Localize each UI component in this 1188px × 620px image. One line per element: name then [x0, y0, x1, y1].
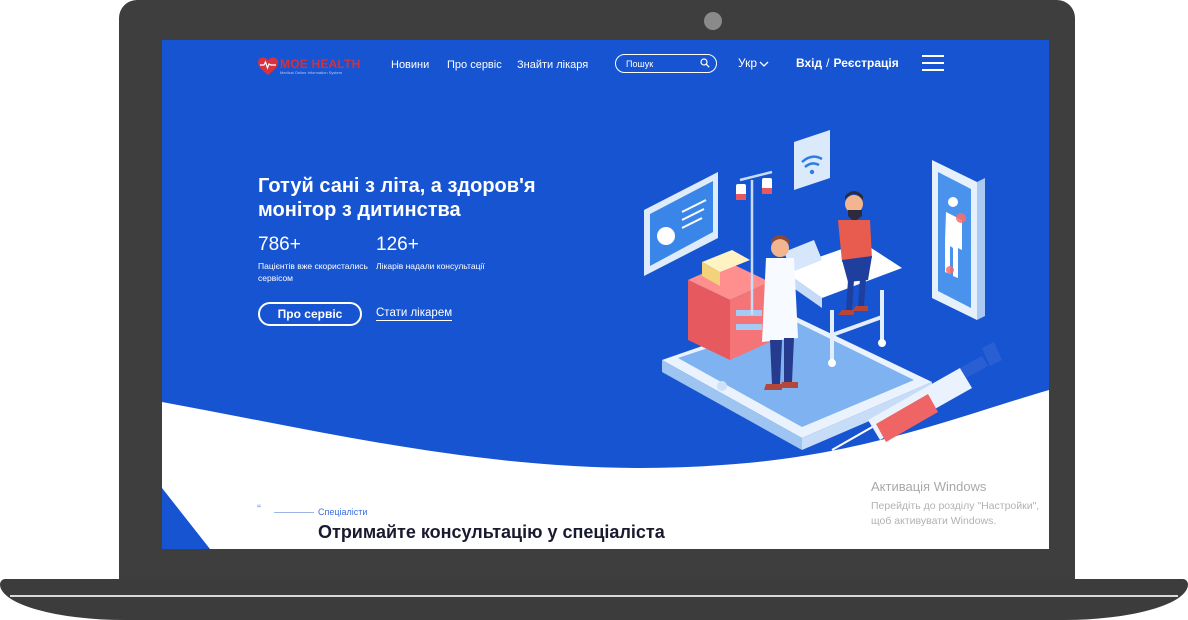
become-doctor-link[interactable]: Стати лікарем: [376, 307, 453, 321]
auth-links: Вхід / Реєстрація: [796, 56, 899, 70]
nav-about-link[interactable]: Про сервіс: [447, 59, 502, 71]
medical-consultation-illustration: [644, 130, 1002, 451]
search-box[interactable]: [615, 54, 717, 73]
logo-subtitle: Medical Online Information System: [280, 70, 343, 75]
about-service-button[interactable]: Про сервіс: [258, 302, 362, 326]
patients-label: Пацієнтів вже скористались сервісом: [258, 261, 368, 283]
nav-news-link[interactable]: Новини: [391, 59, 429, 71]
chevron-down-icon: [759, 61, 769, 67]
patient-figure: [838, 191, 872, 315]
laptop-base-highlight: [10, 595, 1178, 597]
site-logo[interactable]: МОЕ HEALTH Medical Online Information Sy…: [258, 57, 368, 79]
laptop-base: [0, 579, 1188, 620]
doctors-label: Лікарів надали консультації: [376, 261, 485, 271]
wifi-card-graphic: [794, 130, 830, 190]
search-icon[interactable]: [700, 58, 710, 68]
login-link[interactable]: Вхід: [796, 56, 822, 70]
language-selector[interactable]: Укр: [738, 56, 769, 70]
browser-viewport: МОЕ HEALTH Medical Online Information Sy…: [162, 40, 1049, 549]
language-label: Укр: [738, 56, 758, 70]
patients-count: 786+: [258, 234, 301, 255]
windows-activation-title: Активація Windows: [871, 479, 987, 494]
nav-find-doctor-link[interactable]: Знайти лікаря: [517, 59, 588, 71]
section-tag: Спеціалісти: [318, 507, 368, 517]
medical-cabinet-graphic: [688, 250, 770, 360]
logo-text: МОЕ HEALTH: [280, 57, 361, 71]
register-link[interactable]: Реєстрація: [833, 56, 898, 70]
heart-logo-icon: [258, 57, 278, 75]
quote-mark: “: [257, 502, 261, 516]
search-input[interactable]: [626, 57, 698, 70]
webcam-dot: [704, 12, 722, 30]
menu-icon[interactable]: [922, 53, 944, 73]
windows-activation-text: Перейдіть до розділу "Настройки", щоб ак…: [871, 500, 1040, 527]
section-title: Отримайте консультацію у спеціаліста: [318, 522, 665, 542]
hero-title: Готуй сані з літа, а здоров'я монітор з …: [258, 175, 536, 221]
auth-separator: /: [826, 56, 830, 70]
doctors-count: 126+: [376, 234, 419, 255]
phone-body-scan-graphic: [932, 160, 985, 320]
section-tag-line: [274, 512, 314, 513]
